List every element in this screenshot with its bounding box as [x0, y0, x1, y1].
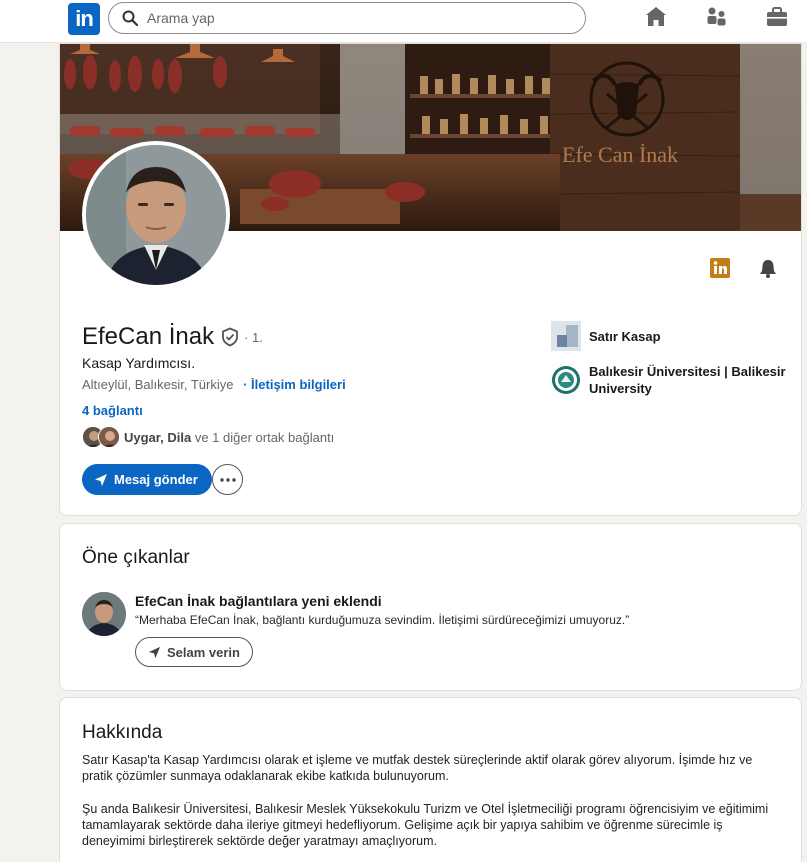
verified-shield-icon[interactable] — [220, 327, 240, 347]
contact-info-link[interactable]: · İletişim bilgileri — [243, 377, 346, 392]
ellipsis-icon — [219, 477, 236, 482]
profile-headline: Kasap Yardımcısı. — [82, 355, 196, 371]
connections-link[interactable]: 4 bağlantı — [82, 403, 143, 418]
profile-location: Altıeylül, Balıkesir, Türkiye — [82, 377, 234, 392]
current-company[interactable]: Satır Kasap — [551, 321, 789, 351]
highlight-avatar — [82, 592, 126, 636]
about-card: Hakkında Satır Kasap'ta Kasap Yardımcısı… — [59, 697, 802, 862]
notification-bell-button[interactable] — [758, 258, 778, 283]
mutual-names: Uygar, Dila — [124, 429, 192, 445]
more-actions-button[interactable] — [212, 464, 243, 495]
profile-photo-image — [86, 145, 226, 285]
say-hello-label: Selam verin — [167, 644, 240, 660]
about-paragraph-1: Satır Kasap'ta Kasap Yardımcısı olarak e… — [82, 753, 753, 783]
profile-card: Efe Can İnak EfeCan İnak · 1. Kasap Yard… — [59, 43, 802, 516]
highlight-item-quote: “Merhaba EfeCan İnak, bağlantı kurduğumu… — [135, 613, 630, 627]
search-input[interactable] — [147, 8, 567, 28]
company-name: Satır Kasap — [589, 328, 661, 344]
university-logo — [552, 366, 580, 394]
search-bar[interactable] — [108, 2, 586, 34]
top-nav: in — [0, 0, 807, 43]
mutual-rest: ve 1 diğer ortak bağlantı — [191, 429, 335, 445]
highlights-title: Öne çıkanlar — [82, 547, 190, 568]
education[interactable]: Balıkesir Üniversitesi | Balikesir Unive… — [551, 363, 789, 397]
say-hello-button[interactable]: Selam verin — [135, 637, 253, 667]
school-name: Balıkesir Üniversitesi | Balikesir Unive… — [589, 364, 786, 396]
about-title: Hakkında — [82, 722, 163, 743]
banner-brand-text: Efe Can İnak — [562, 142, 678, 167]
linkedin-logo[interactable]: in — [68, 3, 100, 35]
briefcase-icon[interactable] — [765, 5, 789, 29]
people-icon[interactable] — [705, 5, 729, 29]
home-icon[interactable] — [644, 5, 668, 29]
profile-name: EfeCan İnak — [82, 323, 215, 350]
send-message-button[interactable]: Mesaj gönder — [82, 464, 212, 495]
profile-photo[interactable] — [82, 141, 230, 289]
send-icon — [95, 473, 107, 486]
connection-degree: · 1. — [244, 329, 263, 345]
about-paragraph-2: Şu anda Balıkesir Üniversitesi, Balıkesi… — [82, 802, 769, 848]
mutual-connections[interactable]: Uygar, Dila ve 1 diğer ortak bağlantı — [82, 426, 334, 448]
highlight-item-title: EfeCan İnak bağlantılara yeni eklendi — [135, 593, 382, 609]
company-logo — [551, 321, 581, 351]
linkedin-badge-button[interactable] — [710, 258, 730, 283]
linkedin-icon — [710, 258, 730, 278]
mutual-avatar — [98, 426, 120, 448]
search-icon — [122, 10, 138, 26]
send-icon — [148, 646, 161, 658]
name-row: EfeCan İnak · 1. — [82, 323, 263, 351]
send-message-label: Mesaj gönder — [114, 472, 198, 487]
location-row: Altıeylül, Balıkesir, Türkiye · İletişim… — [82, 377, 346, 392]
highlights-card: Öne çıkanlar EfeCan İnak bağlantılara ye… — [59, 523, 802, 691]
bell-icon — [760, 260, 776, 278]
